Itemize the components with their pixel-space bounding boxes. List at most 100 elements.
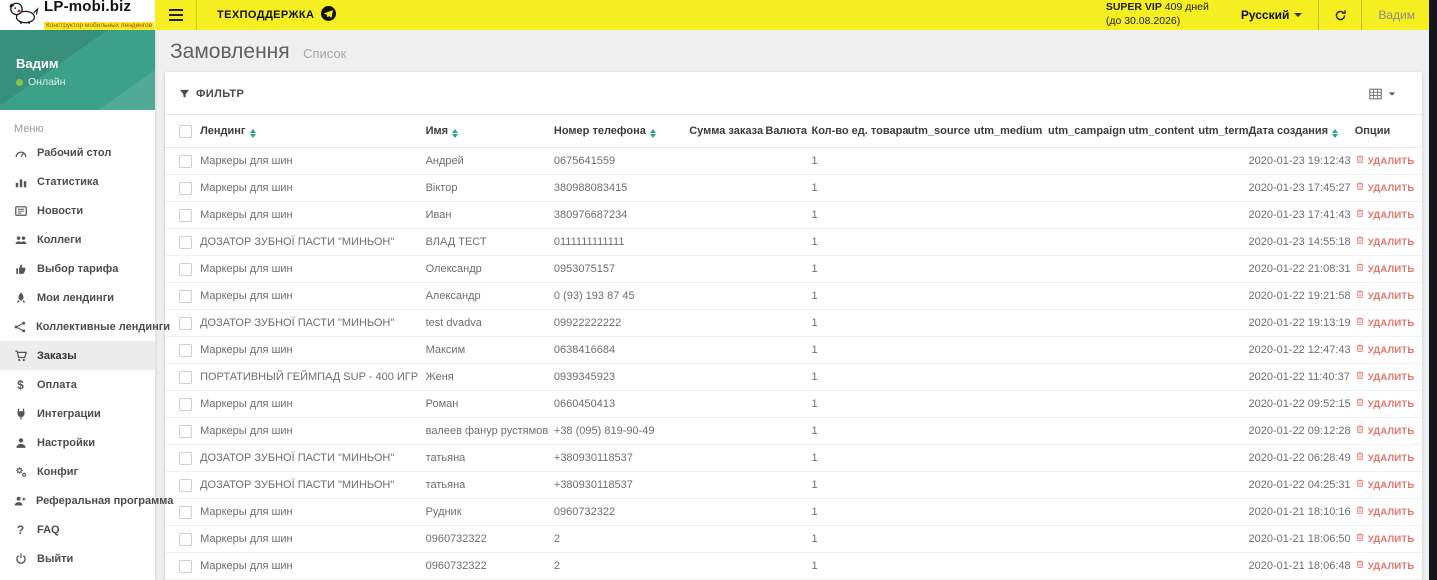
delete-button[interactable]: УДАЛИТЬ — [1355, 289, 1415, 303]
sort-icon[interactable] — [1332, 128, 1339, 138]
column-header-created[interactable]: Дата создания — [1243, 114, 1350, 148]
sidebar-item-collective-landings[interactable]: Коллективные лендинги — [0, 312, 170, 341]
orders-icon — [13, 349, 28, 363]
column-header-name[interactable]: Имя — [420, 114, 549, 148]
support-link[interactable]: ТЕХПОДДЕРЖКА — [197, 0, 356, 30]
cell-qty: 1 — [806, 228, 903, 256]
cell-phone: +380930118537 — [548, 471, 685, 499]
cell-phone: 0638416684 — [548, 336, 685, 364]
sidebar-item-referral[interactable]: Реферальная программа — [0, 486, 173, 515]
sidebar-item-config[interactable]: Конфиг — [0, 457, 155, 486]
sidebar-item-my-landings[interactable]: Мои лендинги — [0, 283, 155, 312]
delete-button[interactable]: УДАЛИТЬ — [1355, 208, 1415, 222]
cell-phone: +380930118537 — [548, 444, 685, 472]
table-row: ДОЗАТОР ЗУБНОЇ ПАСТИ "МИНЬОН" татьяна +380… — [165, 471, 1422, 499]
sort-icon[interactable] — [249, 128, 256, 138]
row-checkbox[interactable] — [179, 451, 192, 465]
cell-created: 2020-01-23 14:55:18 — [1243, 228, 1350, 256]
sidebar-item-logout[interactable]: Выйти — [0, 544, 155, 573]
table-row: Маркеры для шин Максим 0638416684 1 2020-01-… — [165, 336, 1422, 364]
column-settings-button[interactable] — [1368, 87, 1396, 101]
delete-button[interactable]: УДАЛИТЬ — [1355, 424, 1415, 438]
sidebar-item-colleagues[interactable]: Коллеги — [0, 225, 155, 254]
cell-utm_source — [902, 228, 969, 256]
cell-name: Андрей — [420, 147, 549, 175]
row-checkbox[interactable] — [179, 235, 192, 249]
sidebar-item-payment[interactable]: $ Оплата — [0, 370, 155, 399]
language-selector[interactable]: Русский — [1225, 0, 1319, 30]
delete-button[interactable]: УДАЛИТЬ — [1355, 397, 1415, 411]
sidebar-toggle-button[interactable] — [155, 0, 197, 30]
delete-button[interactable]: УДАЛИТЬ — [1355, 451, 1415, 465]
row-checkbox[interactable] — [179, 370, 192, 384]
cell-name: валеев фанур рустямович — [420, 417, 549, 445]
column-header-utm_term: utm_term — [1193, 114, 1249, 148]
cell-utm_medium — [968, 471, 1044, 499]
row-checkbox[interactable] — [179, 532, 192, 546]
table-row: Маркеры для шин Рудник 0960732322 1 2020-01-… — [165, 498, 1422, 526]
sidebar-item-tariff[interactable]: Выбор тарифа — [0, 254, 155, 283]
trash-icon — [1355, 505, 1365, 519]
cell-utm_medium — [968, 417, 1044, 445]
sidebar-item-faq[interactable]: ? FAQ — [0, 515, 155, 544]
cell-phone: 0960732322 — [548, 498, 685, 526]
sidebar-item-integrations[interactable]: Интеграции — [0, 399, 155, 428]
delete-button[interactable]: УДАЛИТЬ — [1355, 532, 1415, 546]
row-checkbox[interactable] — [179, 478, 192, 492]
cell-utm_campaign — [1043, 390, 1124, 418]
page-scrollbar[interactable] — [1429, 0, 1437, 580]
cell-created: 2020-01-22 06:28:49 — [1243, 444, 1350, 472]
row-checkbox[interactable] — [179, 154, 192, 168]
row-checkbox[interactable] — [179, 316, 192, 330]
row-checkbox[interactable] — [179, 208, 192, 222]
delete-button[interactable]: УДАЛИТЬ — [1355, 316, 1415, 330]
sidebar-item-orders[interactable]: Заказы — [0, 341, 155, 370]
table-row: Маркеры для шин Віктор 380988083415 1 2020-0… — [165, 174, 1422, 202]
row-checkbox[interactable] — [179, 424, 192, 438]
cell-utm_term — [1193, 174, 1244, 202]
delete-button[interactable]: УДАЛИТЬ — [1355, 181, 1415, 195]
delete-button[interactable]: УДАЛИТЬ — [1355, 370, 1415, 384]
column-header-phone[interactable]: Номер телефона — [548, 114, 685, 148]
orders-card: ФИЛЬТР Лендинг Имя Номер телефона Сумма зак… — [165, 72, 1422, 580]
profile-status: Онлайн — [28, 76, 66, 88]
brand-logo[interactable]: LP-mobi.biz Конструктор мобильных лендин… — [0, 0, 155, 30]
trash-icon — [1355, 289, 1365, 303]
row-checkbox[interactable] — [179, 262, 192, 276]
sort-icon[interactable] — [649, 128, 656, 138]
cell-sum — [684, 228, 761, 256]
row-checkbox[interactable] — [179, 559, 192, 573]
sidebar-item-settings[interactable]: Настройки — [0, 428, 155, 457]
sort-icon[interactable] — [452, 128, 459, 138]
column-header-landing[interactable]: Лендинг — [195, 114, 421, 148]
table-row: ДОЗАТОР ЗУБНОЇ ПАСТИ "МИНЬОН" test dvadva… — [165, 309, 1422, 337]
cell-created: 2020-01-23 19:12:43 — [1243, 147, 1350, 175]
sidebar-item-news[interactable]: Новости — [0, 196, 155, 225]
cell-qty: 1 — [806, 417, 903, 445]
delete-button[interactable]: УДАЛИТЬ — [1355, 262, 1415, 276]
cell-landing: Маркеры для шин — [195, 498, 421, 526]
delete-button[interactable]: УДАЛИТЬ — [1355, 343, 1415, 357]
refresh-button[interactable] — [1318, 0, 1363, 30]
sidebar-item-dashboard[interactable]: Рабочий стол — [0, 138, 155, 167]
row-checkbox[interactable] — [179, 181, 192, 195]
cell-utm_campaign — [1043, 498, 1124, 526]
row-checkbox[interactable] — [179, 505, 192, 519]
trash-icon — [1355, 154, 1365, 168]
chevron-down-icon — [1388, 92, 1396, 96]
delete-button[interactable]: УДАЛИТЬ — [1355, 505, 1415, 519]
select-all-checkbox[interactable] — [179, 124, 192, 138]
sidebar-item-statistics[interactable]: Статистика — [0, 167, 155, 196]
table-grid-icon — [1369, 88, 1382, 100]
row-checkbox[interactable] — [179, 397, 192, 411]
delete-button[interactable]: УДАЛИТЬ — [1355, 154, 1415, 168]
cell-currency — [760, 444, 807, 472]
filter-button[interactable]: ФИЛЬТР — [179, 88, 244, 100]
cell-utm_content — [1123, 444, 1194, 472]
delete-button[interactable]: УДАЛИТЬ — [1355, 478, 1415, 492]
row-checkbox[interactable] — [179, 343, 192, 357]
row-checkbox[interactable] — [179, 289, 192, 303]
topbar-username[interactable]: Вадим — [1362, 8, 1437, 22]
delete-button[interactable]: УДАЛИТЬ — [1355, 235, 1415, 249]
delete-button[interactable]: УДАЛИТЬ — [1355, 559, 1415, 573]
